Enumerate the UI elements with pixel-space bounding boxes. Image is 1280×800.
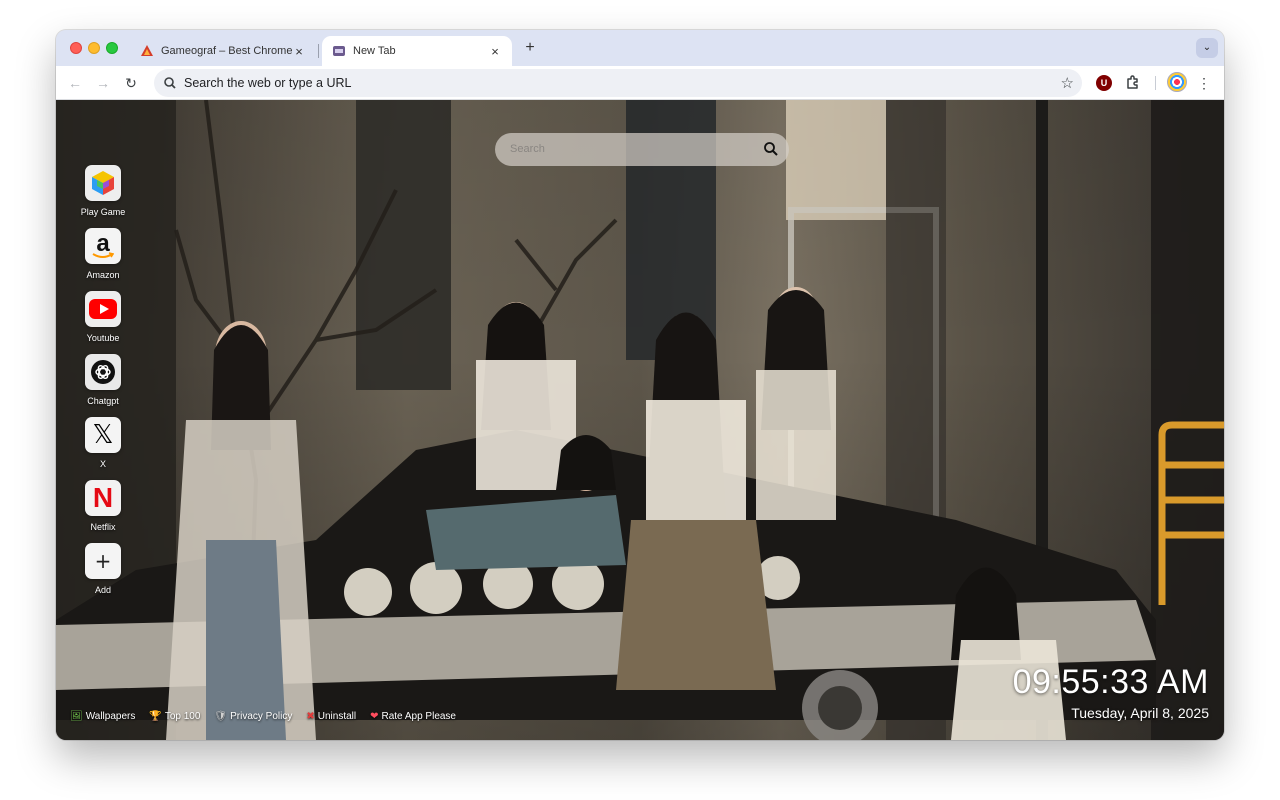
minimize-window-button[interactable] (88, 42, 100, 54)
gameograf-favicon-icon (140, 44, 154, 58)
address-bar-placeholder: Search the web or type a URL (184, 76, 352, 90)
back-button[interactable]: ← (64, 72, 86, 94)
browser-window: Gameograf – Best Chrome Li × New Tab × +… (56, 30, 1224, 740)
tab-gameograf[interactable]: Gameograf – Best Chrome Li × (130, 36, 316, 66)
shortcut-chatgpt[interactable]: Chatgpt (74, 354, 132, 410)
toolbar-separator (1155, 76, 1156, 90)
trophy-icon: 🏆 (149, 711, 162, 722)
new-tab-page: Search Play Game a Amazon Youtube Chatgp… (56, 100, 1224, 740)
link-label: Wallpapers (85, 711, 136, 722)
plus-icon: + (85, 543, 121, 579)
amazon-icon: a (85, 228, 121, 264)
browser-menu-button[interactable]: ⋮ (1196, 73, 1212, 93)
reload-button[interactable]: ↻ (120, 72, 142, 94)
shortcut-label: Play Game (80, 207, 126, 217)
link-label: Top 100 (164, 711, 201, 722)
search-icon[interactable] (763, 141, 779, 157)
link-label: Rate App Please (381, 711, 457, 722)
tab-title: Gameograf – Best Chrome Li (161, 45, 292, 57)
top-100-link[interactable]: 🏆 Top 100 (149, 711, 200, 722)
rate-app-link[interactable]: ❤ Rate App Please (370, 711, 456, 722)
tab-strip: Gameograf – Best Chrome Li × New Tab × +… (56, 30, 1224, 66)
shield-icon: 🛡 (214, 711, 228, 722)
tab-search-button[interactable]: ⌄ (1196, 38, 1218, 58)
shortcut-label: Add (94, 585, 111, 595)
heart-icon: ❤ (370, 711, 379, 722)
address-bar[interactable]: Search the web or type a URL ☆ (154, 69, 1082, 97)
shortcut-x[interactable]: 𝕏 X (74, 417, 132, 473)
shortcut-label: Amazon (86, 270, 120, 280)
youtube-icon (85, 291, 121, 327)
picture-icon: 🖼 (70, 711, 83, 722)
link-label: Privacy Policy (230, 711, 293, 722)
shortcut-label: Netflix (90, 522, 116, 532)
chatgpt-icon (85, 354, 121, 390)
wallpapers-link[interactable]: 🖼 Wallpapers (70, 711, 135, 722)
close-window-button[interactable] (70, 42, 82, 54)
footer-links: 🖼 Wallpapers 🏆 Top 100 🛡 Privacy Policy … (70, 711, 456, 722)
new-tab-button[interactable]: + (520, 39, 540, 59)
extensions-puzzle-icon[interactable] (1124, 72, 1144, 92)
bookmark-star-icon[interactable]: ☆ (1061, 74, 1074, 92)
search-icon (162, 75, 178, 91)
shortcut-youtube[interactable]: Youtube (74, 291, 132, 347)
cube-icon (85, 165, 121, 201)
shortcut-label: X (99, 459, 106, 469)
search-placeholder: Search (510, 143, 545, 155)
shortcut-label: Chatgpt (87, 396, 119, 406)
shortcut-label: Youtube (86, 333, 120, 343)
tab-separator (318, 44, 319, 58)
x-glyph: 𝕏 (92, 420, 114, 450)
netflix-icon: N (85, 480, 121, 516)
toolbar: ← → ↻ Search the web or type a URL ☆ U ⋮ (56, 66, 1224, 100)
plus-glyph: + (94, 549, 112, 573)
forward-button[interactable]: → (92, 72, 114, 94)
shortcut-add[interactable]: + Add (74, 543, 132, 599)
shortcut-play-game[interactable]: Play Game (74, 165, 132, 221)
profile-avatar[interactable] (1167, 72, 1187, 92)
shortcut-amazon[interactable]: a Amazon (74, 228, 132, 284)
newtab-search-input[interactable]: Search (495, 133, 789, 166)
link-label: Uninstall (317, 711, 357, 722)
close-tab-icon[interactable]: × (292, 44, 306, 59)
privacy-policy-link[interactable]: 🛡 Privacy Policy (214, 711, 292, 722)
x-icon: 𝕏 (85, 417, 121, 453)
uninstall-link[interactable]: ✖ Uninstall (306, 711, 356, 722)
close-tab-icon[interactable]: × (488, 44, 502, 59)
netflix-glyph: N (92, 482, 114, 513)
clock-date: Tuesday, April 8, 2025 (1071, 705, 1209, 721)
wallpaper-photo (56, 100, 1224, 740)
tab-new-tab[interactable]: New Tab × (322, 36, 512, 66)
ublock-extension-icon[interactable]: U (1096, 75, 1112, 91)
shortcut-netflix[interactable]: N Netflix (74, 480, 132, 536)
clock-time: 09:55:33 AM (1012, 663, 1209, 701)
tab-title: New Tab (353, 45, 396, 57)
maximize-window-button[interactable] (106, 42, 118, 54)
cross-icon: ✖ (306, 711, 315, 722)
newtab-favicon-icon (332, 44, 346, 58)
